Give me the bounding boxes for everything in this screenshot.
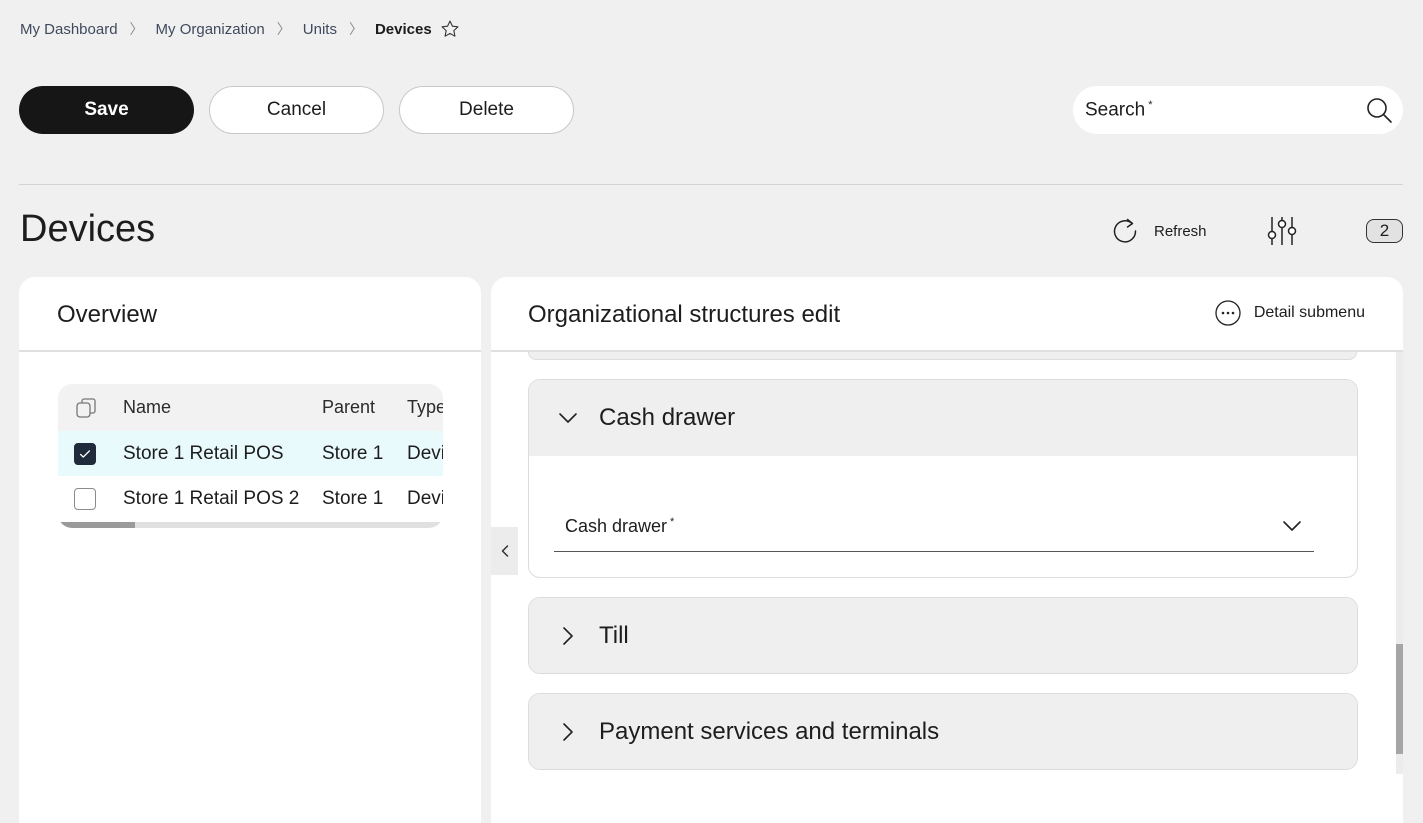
chevron-right-icon <box>563 627 573 645</box>
copy-icon[interactable] <box>74 396 98 420</box>
chevron-right-icon <box>563 723 573 741</box>
detail-submenu-button[interactable]: Detail submenu <box>1214 299 1365 327</box>
refresh-label: Refresh <box>1154 222 1207 240</box>
cash-drawer-select[interactable]: Cash drawer * <box>554 510 1314 552</box>
cancel-button[interactable]: Cancel <box>209 86 384 134</box>
section-cash-drawer: Cash drawer Cash drawer * <box>528 379 1358 578</box>
sliders-icon[interactable] <box>1265 214 1299 248</box>
breadcrumb-separator: 〉 <box>129 21 144 37</box>
row-checkbox[interactable] <box>74 442 96 465</box>
ellipsis-circle-icon <box>1215 300 1241 326</box>
table-row[interactable]: Store 1 Retail POS Store 1 Device <box>58 431 443 476</box>
detail-header: Organizational structures edit Detail su… <box>491 277 1403 352</box>
chevron-down-icon <box>559 413 577 423</box>
row-parent: Store 1 <box>322 442 384 464</box>
column-header-parent[interactable]: Parent <box>322 397 407 418</box>
row-type: Device <box>407 442 443 464</box>
collapse-panel-button[interactable] <box>491 527 518 575</box>
breadcrumb-item-organization[interactable]: My Organization <box>156 21 265 38</box>
page-title: Devices <box>20 208 156 250</box>
section-title: Till <box>599 622 629 649</box>
vertical-scrollbar[interactable] <box>1396 352 1403 774</box>
detail-title: Organizational structures edit <box>528 301 841 328</box>
divider <box>19 184 1403 185</box>
row-name: Store 1 Retail POS <box>123 442 284 464</box>
section-till: Till <box>528 597 1358 674</box>
column-header-type[interactable]: Type <box>407 397 443 418</box>
overview-panel: Overview Name Parent Type Store 1 Retail… <box>19 277 481 823</box>
search-label: Search * <box>1085 98 1153 121</box>
section-payment-services: Payment services and terminals <box>528 693 1358 770</box>
previous-section-bottom <box>528 352 1357 360</box>
delete-button[interactable]: Delete <box>399 86 574 134</box>
overview-header: Overview <box>19 277 481 352</box>
row-type: Device <box>407 487 443 509</box>
search-input[interactable]: Search * <box>1073 86 1403 134</box>
select-all-cell[interactable] <box>58 396 123 420</box>
column-header-name[interactable]: Name <box>123 397 322 418</box>
overview-title: Overview <box>57 301 158 328</box>
search-icon[interactable] <box>1365 96 1393 124</box>
checkmark-icon <box>79 449 91 458</box>
section-header-cash-drawer[interactable]: Cash drawer <box>529 380 1357 456</box>
section-header-till[interactable]: Till <box>529 598 1357 673</box>
row-checkbox[interactable] <box>74 487 96 510</box>
star-icon[interactable] <box>440 19 460 39</box>
section-title: Cash drawer <box>599 404 736 431</box>
breadcrumb-item-dashboard[interactable]: My Dashboard <box>20 21 118 38</box>
horizontal-scrollbar[interactable] <box>58 522 443 528</box>
breadcrumb-separator: 〉 <box>348 21 363 37</box>
row-parent: Store 1 <box>322 487 384 509</box>
detail-submenu-label: Detail submenu <box>1253 304 1365 321</box>
scrollbar-thumb[interactable] <box>1396 644 1403 754</box>
detail-panel: Organizational structures edit Detail su… <box>491 277 1403 823</box>
refresh-icon <box>1113 218 1137 243</box>
row-name: Store 1 Retail POS 2 <box>123 487 300 509</box>
table-header: Name Parent Type <box>58 384 443 431</box>
scrollbar-thumb[interactable] <box>58 522 135 528</box>
breadcrumb-item-units[interactable]: Units <box>303 21 337 38</box>
breadcrumb-current: Devices <box>374 20 432 38</box>
breadcrumb: My Dashboard 〉 My Organization 〉 Units 〉… <box>20 18 460 40</box>
breadcrumb-separator: 〉 <box>276 21 291 37</box>
save-button[interactable]: Save <box>19 86 194 134</box>
section-header-payment-services[interactable]: Payment services and terminals <box>529 694 1357 769</box>
table-row[interactable]: Store 1 Retail POS 2 Store 1 Device <box>58 476 443 521</box>
chevron-left-icon <box>501 545 508 557</box>
section-title: Payment services and terminals <box>599 718 940 745</box>
cash-drawer-label: Cash drawer * <box>565 516 675 536</box>
devices-table: Name Parent Type Store 1 Retail POS Stor… <box>58 384 443 528</box>
refresh-button[interactable]: Refresh <box>1110 214 1207 248</box>
chevron-down-icon[interactable] <box>1280 514 1304 538</box>
count-badge: 2 <box>1366 219 1403 243</box>
